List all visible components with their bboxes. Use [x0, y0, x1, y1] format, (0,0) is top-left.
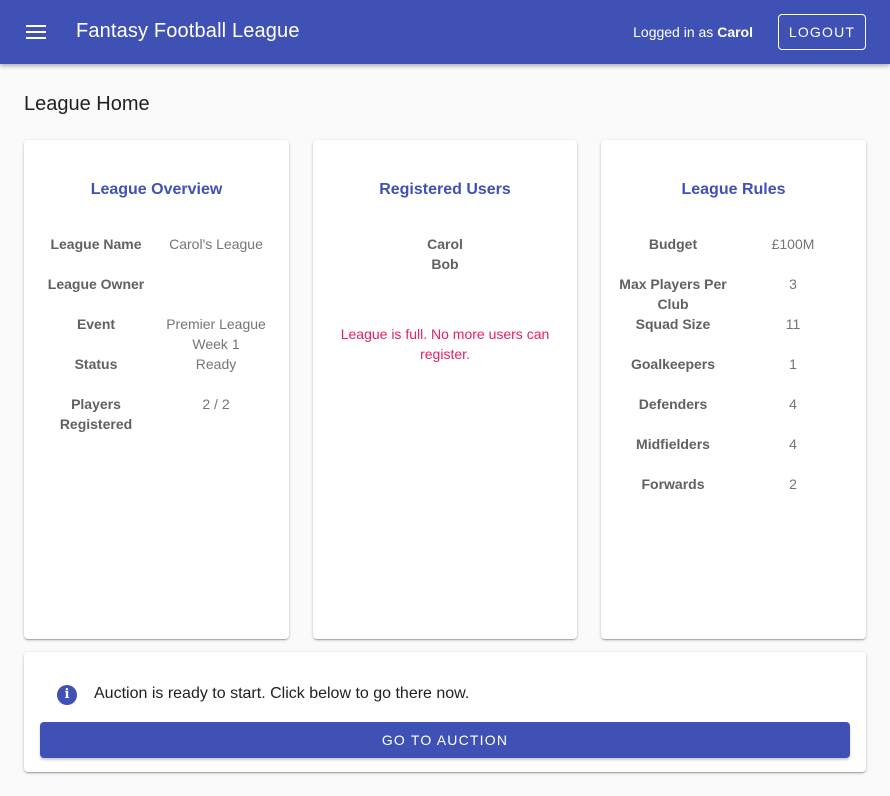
rules-key: Goalkeepers [630, 356, 716, 372]
rules-value: 2 [789, 476, 797, 492]
go-to-auction-button[interactable]: GO TO AUCTION [40, 722, 850, 758]
auction-message: Auction is ready to start. Click below t… [94, 685, 470, 702]
overview-key: Event [76, 316, 116, 332]
overview-value: Premier League Week 1 [166, 316, 266, 352]
rules-value: 11 [785, 316, 801, 332]
rules-key: Defenders [638, 396, 708, 412]
overview-value: Ready [195, 356, 237, 372]
logout-button[interactable]: LOGOUT [778, 14, 866, 50]
user-list: Carol Bob [313, 234, 577, 274]
list-item: Carol [427, 236, 463, 252]
rules-value: 4 [789, 436, 797, 452]
league-overview-card: League Overview League Name Carol's Leag… [24, 140, 289, 639]
registered-users-card: Registered Users Carol Bob League is ful… [313, 140, 577, 639]
rules-key: Forwards [641, 476, 705, 492]
rules-value: 3 [789, 276, 797, 292]
overview-value: 2 / 2 [202, 396, 230, 412]
rules-key: Budget [648, 236, 698, 252]
rules-value: 1 [789, 356, 797, 372]
menu-icon[interactable] [16, 12, 56, 52]
app-bar: Fantasy Football League Logged in as Car… [0, 0, 890, 64]
registered-users-title: Registered Users [379, 181, 511, 198]
overview-key: Players Registered [59, 396, 133, 432]
rules-key: Squad Size [635, 316, 711, 332]
rules-key: Midfielders [636, 436, 710, 452]
logged-in-prefix: Logged in as [633, 24, 714, 40]
rules-value: 4 [789, 396, 797, 412]
overview-key: League Name [50, 236, 142, 252]
league-full-message: League is full. No more users can regist… [340, 326, 550, 362]
list-item: Bob [431, 256, 459, 272]
info-icon: i [57, 685, 77, 705]
league-rules-card: League Rules Budget £100M Max Players Pe… [601, 140, 866, 639]
rules-value: £100M [771, 236, 815, 252]
app-title: Fantasy Football League [76, 20, 300, 42]
league-overview-title: League Overview [90, 181, 223, 198]
auction-card: i Auction is ready to start. Click below… [24, 652, 866, 772]
overview-key: Status [74, 356, 118, 372]
logged-in-username: Carol [717, 24, 753, 40]
login-info: Logged in as Carol [633, 24, 753, 40]
overview-value: Carol's League [169, 236, 263, 252]
league-rules-title: League Rules [681, 181, 786, 198]
page-title: League Home [24, 93, 150, 115]
rules-key: Max Players Per Club [619, 276, 727, 312]
overview-key: League Owner [47, 276, 145, 292]
